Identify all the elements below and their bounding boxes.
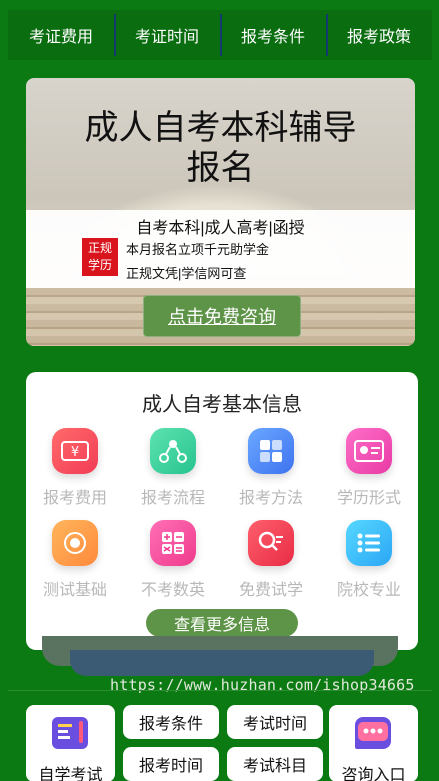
info-item-label: 测试基础 [42, 582, 107, 599]
self-study-card[interactable]: 自学考试 [26, 705, 115, 781]
free-consult-button[interactable]: 点击免费咨询 [143, 295, 301, 337]
banner-scholarship-text: 本月报名立项千元助学金 [126, 242, 270, 257]
info-item-label: 不考数英 [140, 582, 205, 599]
info-item-label: 报考流程 [140, 490, 205, 507]
document-pen-icon [52, 717, 88, 749]
badge-line1: 正规 [87, 241, 112, 255]
info-item-free-trial[interactable]: 免费试学 [222, 520, 320, 612]
banner-subtitle: 自考本科|成人高考|函授 [136, 220, 305, 237]
bottom-quick-links: 自学考试 报考条件 考试时间 报考时间 考试科目 咨询入口 [8, 690, 432, 781]
tab-exam-conditions[interactable]: 报考条件 [220, 10, 326, 60]
info-item-degree-form[interactable]: 学历形式 [320, 428, 418, 520]
badge-line2: 学历 [87, 258, 112, 272]
info-item-label: 免费试学 [238, 582, 303, 599]
info-item-label: 报考方法 [238, 490, 303, 507]
basic-info-card: 成人自考基本信息 ¥ 报考费用 报考流程 报考方法 学历形式 测试基础 不考数英… [26, 372, 418, 650]
svg-text:¥: ¥ [71, 445, 79, 460]
link-registration-time[interactable]: 报考时间 [123, 747, 219, 781]
info-item-fees[interactable]: ¥ 报考费用 [26, 428, 124, 520]
banner-title-line1: 成人自考本科辅导 [84, 109, 357, 147]
list-icon [346, 520, 392, 566]
link-exam-subjects[interactable]: 考试科目 [227, 747, 323, 781]
tab-exam-fees[interactable]: 考证费用 [8, 10, 114, 60]
view-more-button[interactable]: 查看更多信息 [146, 609, 298, 637]
link-exam-time[interactable]: 考试时间 [227, 705, 323, 739]
info-heading: 成人自考基本信息 [142, 394, 302, 416]
consult-entry-card[interactable]: 咨询入口 [329, 705, 418, 781]
math-symbols-icon [150, 520, 196, 566]
self-study-label: 自学考试 [38, 767, 103, 781]
info-item-process[interactable]: 报考流程 [124, 428, 222, 520]
banner-title-line2: 报名 [186, 149, 255, 187]
banner-info-strip: 自考本科|成人高考|函授 正规 学历 本月报名立项千元助学金 正规文凭|学信网可… [26, 210, 415, 288]
link-exam-conditions[interactable]: 报考条件 [123, 705, 219, 739]
info-grid: ¥ 报考费用 报考流程 报考方法 学历形式 测试基础 不考数英 免费试学 院校专… [26, 428, 418, 612]
banner-diploma-text: 正规文凭|学信网可查 [126, 266, 247, 281]
card-shadow-layer-2 [70, 650, 374, 676]
info-item-no-math-english[interactable]: 不考数英 [124, 520, 222, 612]
info-item-label: 院校专业 [336, 582, 401, 599]
consult-entry-label: 咨询入口 [341, 767, 406, 781]
tab-exam-policy[interactable]: 报考政策 [326, 10, 432, 60]
info-item-label: 报考费用 [42, 490, 107, 507]
flow-nodes-icon [150, 428, 196, 474]
promo-banner: 成人自考本科辅导 报名 自考本科|成人高考|函授 正规 学历 本月报名立项千元助… [26, 78, 415, 346]
grid-blocks-icon [248, 428, 294, 474]
banner-title: 成人自考本科辅导 报名 [26, 108, 415, 188]
coin-icon [52, 520, 98, 566]
search-list-icon [248, 520, 294, 566]
id-card-icon [346, 428, 392, 474]
info-item-label: 学历形式 [336, 490, 401, 507]
yuan-ticket-icon: ¥ [52, 428, 98, 474]
info-item-schools-majors[interactable]: 院校专业 [320, 520, 418, 612]
top-nav: 考证费用 考证时间 报考条件 报考政策 [8, 10, 432, 60]
info-item-test-basics[interactable]: 测试基础 [26, 520, 124, 612]
official-degree-badge: 正规 学历 [82, 238, 118, 276]
info-item-method[interactable]: 报考方法 [222, 428, 320, 520]
tab-exam-time[interactable]: 考证时间 [114, 10, 220, 60]
chat-bubble-icon [355, 717, 391, 749]
